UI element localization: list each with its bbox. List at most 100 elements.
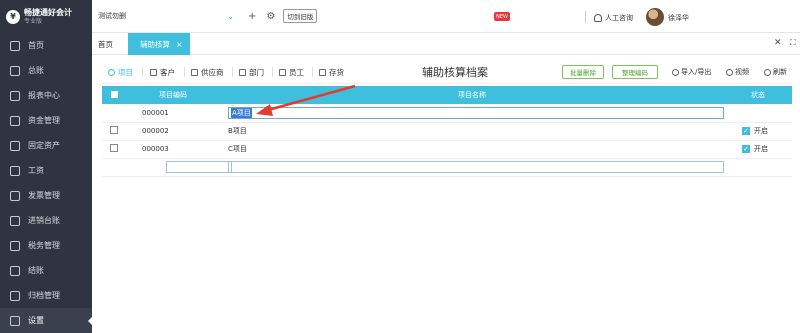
code-cell[interactable]: 000001 xyxy=(126,104,220,123)
row-check-cell xyxy=(102,140,126,159)
sidebar: ¥ 畅捷通好会计 专业版 首页 总账 报表中心 资金管理 固定资产 工资 发票管… xyxy=(0,0,92,333)
sidebar-item-label: 进销台账 xyxy=(28,216,60,225)
switch-old-version-button[interactable]: 切到旧版 xyxy=(283,9,318,23)
new-code-cell[interactable] xyxy=(126,158,232,177)
close-icon[interactable]: × xyxy=(176,40,183,49)
table-row: 000003 C项目 ✓ 开启 xyxy=(102,140,792,159)
row-checkbox[interactable] xyxy=(110,144,118,152)
sidebar-item-ledger[interactable]: 总账 xyxy=(0,58,92,83)
company-name: 测试勿删 xyxy=(98,12,126,20)
tab-auxiliary-accounting[interactable]: 辅助核算 × xyxy=(128,33,190,55)
sidebar-item-home[interactable]: 首页 xyxy=(0,33,92,58)
employee-icon xyxy=(279,68,286,76)
sidebar-item-fixed-assets[interactable]: 固定资产 xyxy=(0,133,92,158)
row-check-cell xyxy=(102,158,126,177)
tab-home[interactable]: 首页 xyxy=(98,33,113,55)
support-label: 人工咨询 xyxy=(605,14,633,22)
department-icon xyxy=(239,68,246,76)
invoice-icon xyxy=(10,190,20,201)
new-name-cell[interactable] xyxy=(220,158,724,177)
name-cell[interactable]: A项目 xyxy=(220,104,724,123)
enabled-checkbox[interactable]: ✓ xyxy=(742,145,750,153)
table-row: 000001 A项目 xyxy=(102,104,792,123)
sidebar-item-archive[interactable]: 归档管理 xyxy=(0,283,92,308)
sidebar-item-invoices[interactable]: 发票管理 xyxy=(0,183,92,208)
new-name-input[interactable] xyxy=(228,161,724,173)
row-check-cell xyxy=(102,122,126,141)
page-title: 辅助核算档案 xyxy=(422,66,488,79)
company-selector[interactable]: 测试勿删 ⌄ xyxy=(98,7,238,25)
reorganize-code-button[interactable]: 整理编码 xyxy=(612,65,658,79)
video-button[interactable]: 视频 xyxy=(726,67,749,77)
archive-icon xyxy=(10,290,20,301)
category-department[interactable]: 部门 xyxy=(239,64,264,80)
table-row-new xyxy=(102,158,792,177)
selected-text: A项目 xyxy=(231,107,252,118)
logo-title: 畅捷通好会计 xyxy=(24,7,72,17)
sidebar-item-label: 结账 xyxy=(28,266,44,275)
category-stock[interactable]: 存货 xyxy=(319,64,344,80)
sidebar-item-label: 归档管理 xyxy=(28,291,60,300)
support-button[interactable]: 人工咨询 xyxy=(594,13,633,23)
select-all-header[interactable] xyxy=(102,86,126,104)
divider xyxy=(232,67,233,77)
refresh-label: 刷新 xyxy=(773,68,787,76)
sidebar-item-payroll[interactable]: 工资 xyxy=(0,158,92,183)
add-icon[interactable]: + xyxy=(248,11,256,22)
sidebar-item-closing[interactable]: 结账 xyxy=(0,258,92,283)
category-employee[interactable]: 员工 xyxy=(279,64,304,80)
tax-icon xyxy=(10,240,20,251)
gear-icon[interactable]: ⚙ xyxy=(266,11,275,22)
import-icon xyxy=(672,68,679,76)
import-export-button[interactable]: 导入/导出 xyxy=(672,67,711,77)
status-label: 开启 xyxy=(754,127,768,135)
divider xyxy=(585,11,586,23)
chevron-down-icon: ⌄ xyxy=(227,11,234,21)
sidebar-item-funds[interactable]: 资金管理 xyxy=(0,108,92,133)
header-status: 状态 xyxy=(751,91,765,99)
avatar[interactable] xyxy=(646,8,664,26)
select-all-checkbox[interactable] xyxy=(110,90,118,98)
tab-bar: 首页 辅助核算 × ✕ ⛶ xyxy=(92,33,800,55)
category-customer[interactable]: 客户 xyxy=(150,64,175,80)
sidebar-item-label: 工资 xyxy=(28,166,44,175)
category-project[interactable]: 项目 xyxy=(108,64,133,80)
fullscreen-icon[interactable]: ⛶ xyxy=(790,38,796,48)
main-content: 项目 客户 供应商 部门 员工 存货 辅助核算档案 批量删除 整理编码 导入/导… xyxy=(102,60,792,331)
header-name: 项目名称 xyxy=(458,91,486,99)
category-label: 部门 xyxy=(249,67,264,77)
sidebar-item-inventory-ledger[interactable]: 进销台账 xyxy=(0,208,92,233)
status-label: 开启 xyxy=(754,145,768,153)
name-cell[interactable]: C项目 xyxy=(220,140,724,159)
sidebar-item-label: 总账 xyxy=(28,66,44,75)
category-label: 项目 xyxy=(118,67,133,77)
batch-delete-button[interactable]: 批量删除 xyxy=(562,65,604,79)
sidebar-item-settings[interactable]: 设置 xyxy=(0,308,92,333)
new-badge[interactable]: NEW xyxy=(494,12,510,21)
project-table: 项目编码 项目名称 状态 000001 A项目 000002 B项目 ✓ 开启 xyxy=(102,86,792,177)
divider xyxy=(312,67,313,77)
project-name-input[interactable]: A项目 xyxy=(228,106,724,119)
category-label: 客户 xyxy=(160,67,175,77)
top-bar: 测试勿删 ⌄ + ⚙ 切到旧版 xyxy=(92,0,800,33)
gear-icon xyxy=(10,315,20,326)
play-icon xyxy=(726,68,733,76)
supplier-icon xyxy=(191,68,198,76)
inventory-icon xyxy=(10,215,20,226)
refresh-icon xyxy=(764,68,771,76)
close-all-tabs-icon[interactable]: ✕ xyxy=(774,38,782,48)
sidebar-item-reports[interactable]: 报表中心 xyxy=(0,83,92,108)
code-cell[interactable]: 000002 xyxy=(126,122,220,141)
category-supplier[interactable]: 供应商 xyxy=(191,64,224,80)
name-cell[interactable]: B项目 xyxy=(220,122,724,141)
enabled-checkbox[interactable]: ✓ xyxy=(742,127,750,135)
code-cell[interactable]: 000003 xyxy=(126,140,220,159)
row-checkbox[interactable] xyxy=(110,126,118,134)
sidebar-item-label: 设置 xyxy=(28,316,44,325)
video-label: 视频 xyxy=(735,68,749,76)
list-icon xyxy=(108,68,115,76)
sidebar-item-tax[interactable]: 税务管理 xyxy=(0,233,92,258)
customer-icon xyxy=(150,68,157,76)
refresh-button[interactable]: 刷新 xyxy=(764,67,787,77)
username[interactable]: 徐泽华 xyxy=(668,13,689,23)
